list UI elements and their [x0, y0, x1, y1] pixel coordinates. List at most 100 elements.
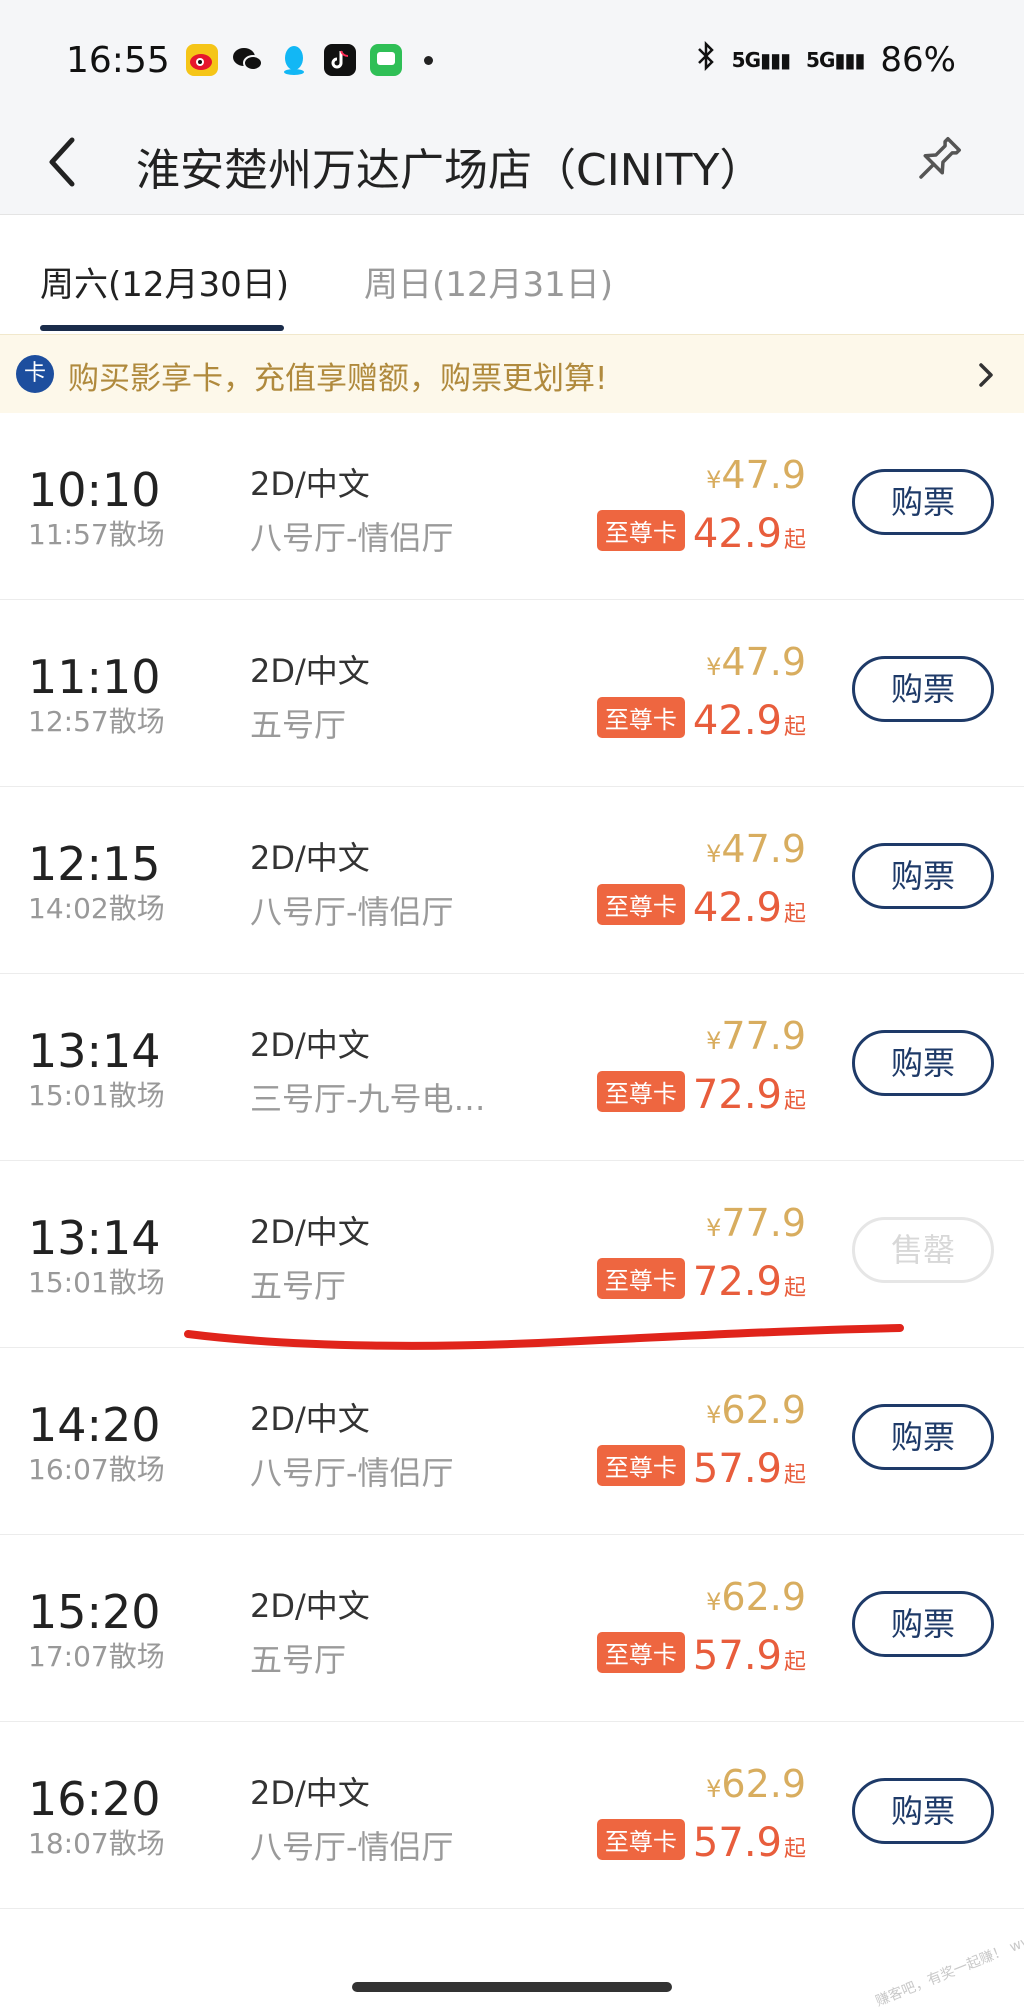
end-time: 15:01散场	[28, 1266, 165, 1299]
card-price-line: 至尊卡 57.9 起	[596, 1819, 806, 1866]
active-tab-indicator	[40, 325, 284, 331]
card-price-line: 至尊卡 57.9 起	[596, 1445, 806, 1492]
regular-price: ¥62.9	[706, 1388, 806, 1432]
messages-icon	[370, 44, 402, 76]
format-language: 2D/中文	[250, 1026, 370, 1064]
price-value: 62.9	[721, 1575, 806, 1619]
buy-ticket-button[interactable]: 购票	[852, 1404, 994, 1470]
hall-name: 八号厅-情侣厅	[250, 893, 454, 931]
card-label: 至尊卡	[596, 697, 685, 738]
status-app-icons	[186, 44, 433, 76]
start-time: 11:10	[28, 650, 161, 704]
pin-icon[interactable]	[906, 128, 970, 192]
showtime-list: 10:10 11:57散场 2D/中文 八号厅-情侣厅 ¥47.9 至尊卡 42.…	[0, 413, 1024, 1969]
buy-ticket-button[interactable]: 购票	[852, 656, 994, 722]
end-time: 12:57散场	[28, 705, 165, 738]
start-time: 12:15	[28, 837, 161, 891]
from-label: 起	[783, 1463, 806, 1488]
showtime-row: 14:20 16:07散场 2D/中文 八号厅-情侣厅 ¥62.9 至尊卡 57.…	[0, 1348, 1024, 1535]
currency-symbol: ¥	[706, 1775, 722, 1803]
battery-level: 86%	[880, 40, 956, 80]
hall-name: 八号厅-情侣厅	[250, 1454, 454, 1492]
start-time: 16:20	[28, 1772, 161, 1826]
regular-price: ¥77.9	[706, 1201, 806, 1245]
wechat-icon	[232, 44, 264, 76]
tiktok-icon	[324, 44, 356, 76]
buy-ticket-button[interactable]: 购票	[852, 1030, 994, 1096]
notification-dot-icon	[424, 55, 433, 65]
card-price: 57.9	[692, 1820, 782, 1866]
end-time: 14:02散场	[28, 892, 165, 925]
buy-ticket-button[interactable]: 购票	[852, 1591, 994, 1657]
nav-bar: 淮安楚州万达广场店（CINITY）	[0, 110, 1024, 215]
sold-out-button: 售罄	[852, 1217, 994, 1283]
signal-1-label: 5G	[731, 48, 761, 72]
promo-banner[interactable]: 卡 购买影享卡，充值享赠额，购票更划算!	[0, 334, 1024, 414]
end-time: 17:07散场	[28, 1640, 165, 1673]
buy-ticket-button[interactable]: 购票	[852, 1778, 994, 1844]
status-time: 16:55	[66, 40, 170, 81]
currency-symbol: ¥	[706, 1214, 722, 1242]
card-badge-icon: 卡	[16, 355, 54, 393]
card-label: 至尊卡	[596, 1258, 685, 1299]
hall-name: 八号厅-情侣厅	[250, 1828, 454, 1866]
from-label: 起	[783, 1837, 806, 1862]
card-price: 42.9	[692, 511, 782, 557]
showtime-row: 10:10 11:57散场 2D/中文 八号厅-情侣厅 ¥47.9 至尊卡 42.…	[0, 413, 1024, 600]
start-time: 14:20	[28, 1398, 161, 1452]
card-price-line: 至尊卡 57.9 起	[596, 1632, 806, 1679]
card-price-line: 至尊卡 42.9 起	[596, 697, 806, 744]
from-label: 起	[783, 528, 806, 553]
status-bar: 16:55 5G▮▮▮ 5G▮▮▮ 86%	[0, 0, 1024, 110]
home-indicator[interactable]	[352, 1982, 672, 1992]
card-price-line: 至尊卡 42.9 起	[596, 884, 806, 931]
back-chevron-icon[interactable]	[42, 132, 82, 192]
signal-2-icon: 5G▮▮▮	[806, 48, 865, 72]
signal-1-icon: 5G▮▮▮	[731, 48, 791, 72]
tab-sunday[interactable]: 周日(12月31日)	[364, 257, 613, 306]
currency-symbol: ¥	[706, 653, 722, 681]
format-language: 2D/中文	[250, 1213, 370, 1251]
card-label: 至尊卡	[596, 1632, 685, 1673]
card-label: 至尊卡	[596, 1071, 685, 1112]
from-label: 起	[783, 1089, 806, 1114]
date-tabs: 周六(12月30日) 周日(12月31日)	[0, 215, 1024, 333]
regular-price: ¥62.9	[706, 1762, 806, 1806]
showtime-row-partial	[0, 1909, 1024, 1969]
card-price: 57.9	[692, 1446, 782, 1492]
currency-symbol: ¥	[706, 466, 722, 494]
end-time: 11:57散场	[28, 518, 165, 551]
format-language: 2D/中文	[250, 839, 370, 877]
start-time: 13:14	[28, 1211, 161, 1265]
red-underline-annotation	[184, 1324, 904, 1350]
price-value: 77.9	[721, 1201, 806, 1245]
price-value: 47.9	[721, 453, 806, 497]
hall-name: 八号厅-情侣厅	[250, 519, 454, 557]
price-value: 62.9	[721, 1388, 806, 1432]
price-value: 47.9	[721, 827, 806, 871]
card-label: 至尊卡	[596, 510, 685, 551]
from-label: 起	[783, 902, 806, 927]
currency-symbol: ¥	[706, 1588, 722, 1616]
status-indicators: 5G▮▮▮ 5G▮▮▮ 86%	[696, 40, 956, 80]
currency-symbol: ¥	[706, 1401, 722, 1429]
from-label: 起	[783, 715, 806, 740]
start-time: 10:10	[28, 463, 161, 517]
showtime-row: 15:20 17:07散场 2D/中文 五号厅 ¥62.9 至尊卡 57.9 起 购…	[0, 1535, 1024, 1722]
tab-saturday[interactable]: 周六(12月30日)	[40, 257, 289, 306]
buy-ticket-button[interactable]: 购票	[852, 843, 994, 909]
hall-name: 五号厅	[250, 1641, 347, 1679]
format-language: 2D/中文	[250, 1587, 370, 1625]
buy-ticket-button[interactable]: 购票	[852, 469, 994, 535]
card-price-line: 至尊卡 72.9 起	[596, 1071, 806, 1118]
showtime-row: 13:14 15:01散场 2D/中文 三号厅-九号电… ¥77.9 至尊卡 72…	[0, 974, 1024, 1161]
regular-price: ¥47.9	[706, 640, 806, 684]
card-price-line: 至尊卡 42.9 起	[596, 510, 806, 557]
price-value: 47.9	[721, 640, 806, 684]
from-label: 起	[783, 1650, 806, 1675]
format-language: 2D/中文	[250, 465, 370, 503]
card-price: 72.9	[692, 1072, 782, 1118]
card-price: 42.9	[692, 885, 782, 931]
hall-name: 三号厅-九号电…	[250, 1080, 486, 1118]
currency-symbol: ¥	[706, 1027, 722, 1055]
